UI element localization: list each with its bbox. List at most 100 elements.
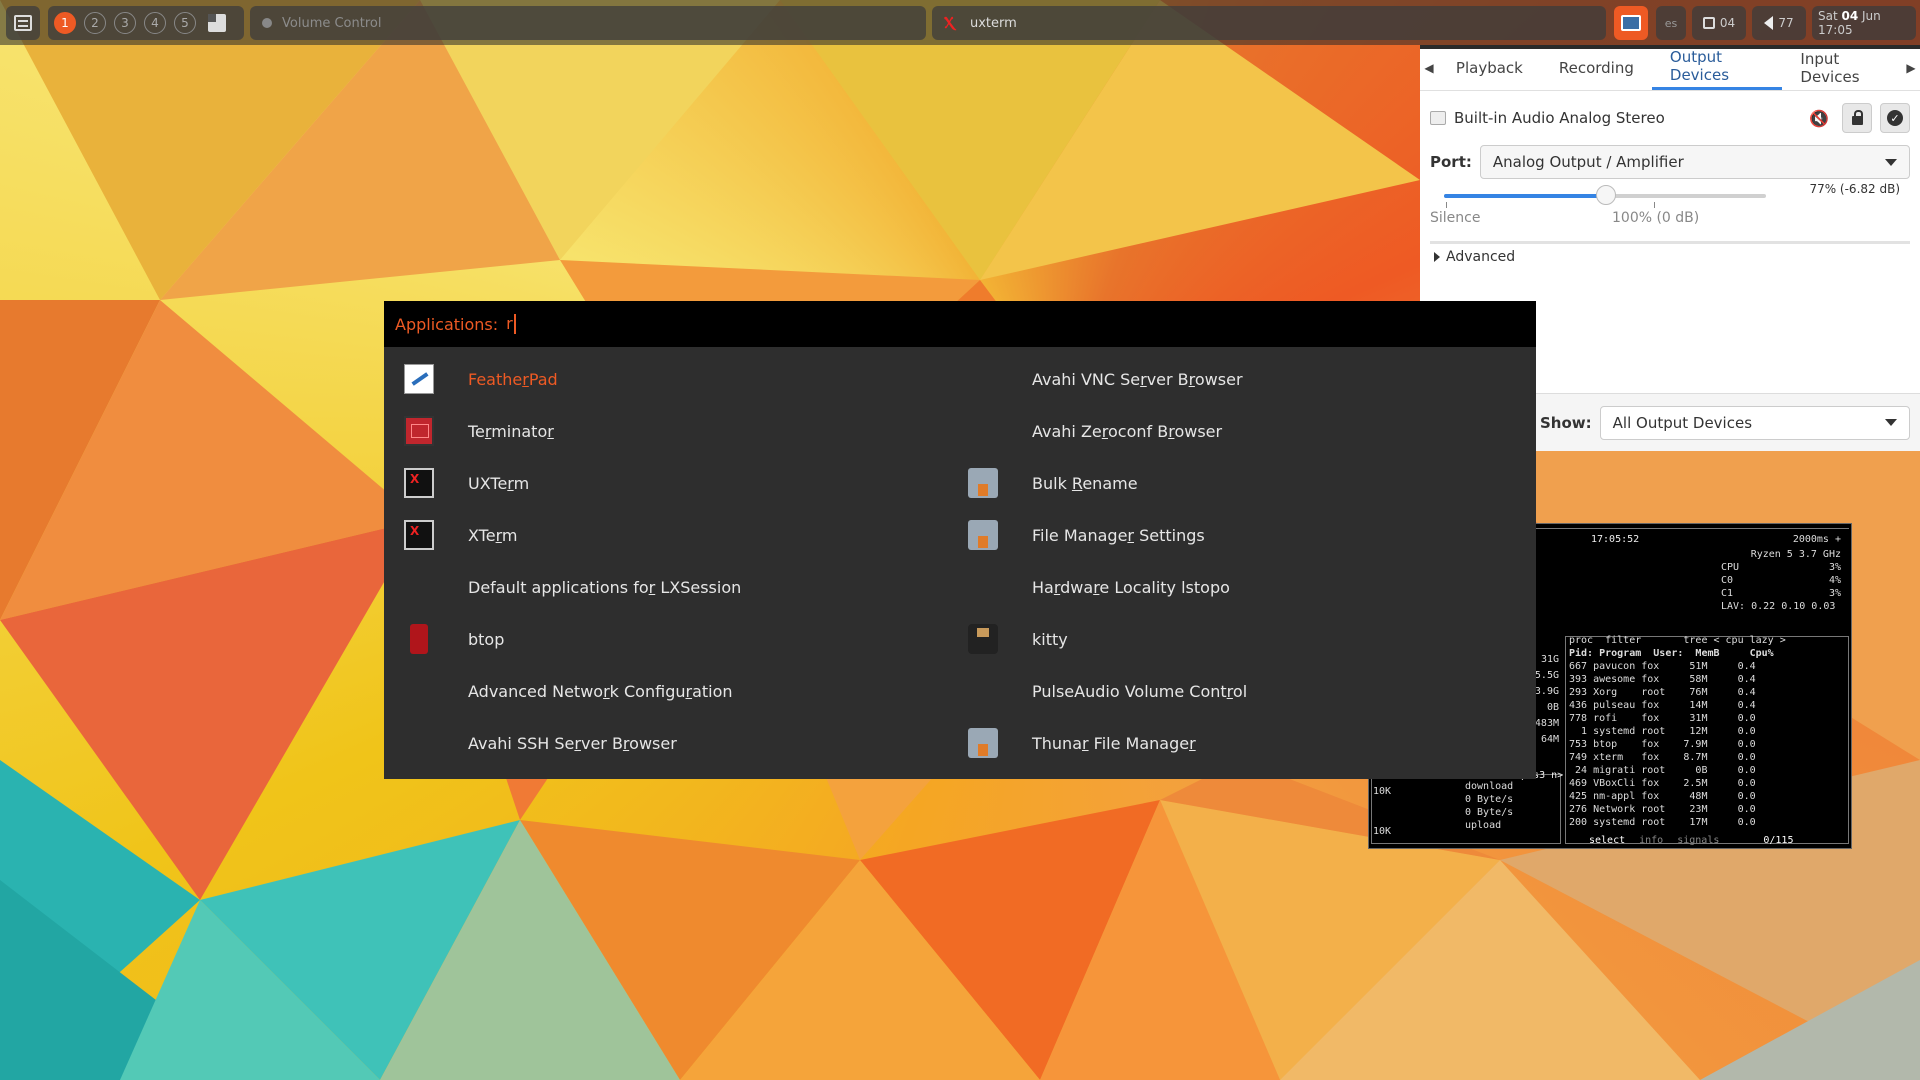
volume-slider-handle[interactable] <box>1596 185 1616 205</box>
signals-hint: signals <box>1677 835 1720 846</box>
process-row[interactable]: 436 pulseau fox 14M 0.4 <box>1569 699 1849 712</box>
lock-channels-button[interactable] <box>1842 103 1872 133</box>
rofi-item[interactable]: Hardware Locality lstopo <box>968 561 1532 613</box>
tag-4[interactable]: 4 <box>144 12 166 34</box>
volume-widget[interactable]: 77 <box>1752 6 1806 40</box>
tag-list: 1 2 3 4 5 <box>48 6 244 40</box>
rofi-item[interactable]: Thunar File Manager <box>968 717 1532 769</box>
text-cursor <box>513 314 516 335</box>
norm-label: 100% (0 dB) <box>1612 210 1700 226</box>
rofi-item[interactable]: Advanced Network Configuration <box>404 665 968 717</box>
rofi-item[interactable]: XTerm <box>404 509 968 561</box>
tab-input-devices[interactable]: Input Devices <box>1782 45 1902 90</box>
set-default-button[interactable]: ✓ <box>1880 103 1910 133</box>
rofi-item[interactable]: Avahi SSH Server Browser <box>404 717 968 769</box>
cpu-value: 04 <box>1719 16 1736 30</box>
uxterm-icon <box>404 468 434 498</box>
main-menu-button[interactable] <box>6 6 40 40</box>
keyboard-layout-text: es <box>1664 16 1678 30</box>
port-label: Port: <box>1430 153 1472 171</box>
process-row[interactable]: 24 migrati root 0B 0.0 <box>1569 764 1849 777</box>
tab-recording[interactable]: Recording <box>1541 45 1652 90</box>
tab-playback[interactable]: Playback <box>1438 45 1541 90</box>
tab-output-devices[interactable]: Output Devices <box>1651 45 1783 90</box>
tag-3[interactable]: 3 <box>114 12 136 34</box>
rofi-item-label: Advanced Network Configuration <box>468 681 733 701</box>
process-row[interactable]: 276 Network root 23M 0.0 <box>1569 803 1849 816</box>
rofi-search-input[interactable]: r <box>506 314 516 335</box>
output-device-row: Built-in Audio Analog Stereo 🔇 ✓ <box>1430 101 1910 135</box>
show-value: All Output Devices <box>1612 413 1753 432</box>
load-average: LAV: 0.22 0.10 0.03 <box>1721 601 1836 612</box>
process-row[interactable]: 393 awesome fox 58M 0.4 <box>1569 673 1849 686</box>
process-row[interactable]: 749 xterm fox 8.7M 0.0 <box>1569 751 1849 764</box>
process-row[interactable]: 425 nm-appl fox 48M 0.0 <box>1569 790 1849 803</box>
rofi-item-label: Default applications for LXSession <box>468 577 742 597</box>
menu-icon <box>14 15 32 31</box>
rofi-item[interactable]: File Manager Settings <box>968 509 1532 561</box>
rofi-item[interactable]: UXTerm <box>404 457 968 509</box>
process-row[interactable]: 200 systemd root 17M 0.0 <box>1569 816 1849 829</box>
rofi-item[interactable]: kitty <box>968 613 1532 665</box>
btop-footer: select info signals 0/115 <box>1589 835 1793 846</box>
rofi-item[interactable]: FeatherPad <box>404 353 968 405</box>
download-rate: 0 Byte/s <box>1465 794 1514 805</box>
cpu-row: C1 3% <box>1721 588 1841 599</box>
top-panel: 1 2 3 4 5 Volume Control Ⲭ uxterm es 04 … <box>0 0 1920 45</box>
btop-net-stats: download 0 Byte/s 0 Byte/s upload <box>1465 780 1513 832</box>
audio-card-icon <box>1430 111 1446 125</box>
cpu-widget[interactable]: 04 <box>1692 6 1746 40</box>
rofi-item[interactable]: Avahi Zeroconf Browser <box>968 405 1532 457</box>
tabs-scroll-left-icon[interactable]: ◀ <box>1420 45 1438 90</box>
tag-2[interactable]: 2 <box>84 12 106 34</box>
proc-columns: Pid: Program User: MemB Cpu% <box>1569 648 1774 659</box>
btop-cpu-box: Ryzen 5 3.7 GHz CPU 3% C0 4% C1 3% LAV: 0.2… <box>1721 548 1841 613</box>
rofi-item-label: File Manager Settings <box>1032 525 1205 545</box>
file-manager-settings-icon <box>968 520 998 550</box>
process-row[interactable]: 469 VBoxCli fox 2.5M 0.0 <box>1569 777 1849 790</box>
process-row[interactable]: 778 rofi fox 31M 0.0 <box>1569 712 1849 725</box>
keyboard-layout-indicator[interactable]: es <box>1656 6 1686 40</box>
taskbar-item-uxterm[interactable]: Ⲭ uxterm <box>932 6 1606 40</box>
check-icon: ✓ <box>1887 110 1903 126</box>
tabs-scroll-right-icon[interactable]: ▶ <box>1902 45 1920 90</box>
rofi-item[interactable]: btop <box>404 613 968 665</box>
process-row[interactable]: 753 btop fox 7.9M 0.0 <box>1569 738 1849 751</box>
rofi-item[interactable]: Avahi VNC Server Browser <box>968 353 1532 405</box>
volume-tabs: ◀ Playback Recording Output Devices Inpu… <box>1420 45 1920 91</box>
blank-icon <box>404 728 434 758</box>
cpu-row: C0 4% <box>1721 575 1841 586</box>
download-label: download <box>1465 781 1514 792</box>
rofi-item-label: Terminator <box>468 421 554 441</box>
mute-icon: 🔇 <box>1809 108 1829 128</box>
chevron-down-icon <box>1885 158 1897 166</box>
clock-widget[interactable]: Sat 04 Jun 17:05 <box>1812 6 1916 40</box>
rofi-item-label: Avahi Zeroconf Browser <box>1032 421 1223 441</box>
port-select[interactable]: Analog Output / Amplifier <box>1479 145 1910 179</box>
rofi-item[interactable]: Default applications for LXSession <box>404 561 968 613</box>
proc-header: proc filter tree < cpu lazy > <box>1569 635 1786 646</box>
task-title: Volume Control <box>282 15 382 31</box>
rofi-prompt: Applications: <box>395 314 499 334</box>
volume-slider[interactable] <box>1444 185 1766 208</box>
mute-button[interactable]: 🔇 <box>1804 103 1834 133</box>
speaker-icon <box>1764 16 1774 30</box>
rofi-item-label: PulseAudio Volume Control <box>1032 681 1248 701</box>
show-select[interactable]: All Output Devices <box>1599 405 1910 440</box>
layout-icon[interactable] <box>208 14 226 32</box>
process-row[interactable]: 1 systemd root 12M 0.0 <box>1569 725 1849 738</box>
process-row[interactable]: 667 pavucon fox 51M 0.4 <box>1569 660 1849 673</box>
process-row[interactable]: 293 Xorg root 76M 0.4 <box>1569 686 1849 699</box>
rofi-input-bar[interactable]: Applications: r <box>384 301 1536 347</box>
tag-5[interactable]: 5 <box>174 12 196 34</box>
clock-text: Sat 04 Jun 17:05 <box>1818 9 1881 37</box>
network-tray-button[interactable] <box>1614 6 1648 40</box>
advanced-expander[interactable]: Advanced <box>1434 249 1515 265</box>
rofi-item[interactable]: PulseAudio Volume Control <box>968 665 1532 717</box>
rofi-item[interactable]: Terminator <box>404 405 968 457</box>
taskbar-item-volume-control[interactable]: Volume Control <box>250 6 926 40</box>
expander-arrow-icon <box>1434 252 1440 262</box>
tag-1[interactable]: 1 <box>54 12 76 34</box>
rofi-item[interactable]: Bulk Rename <box>968 457 1532 509</box>
rofi-results: FeatherPad Avahi VNC Server Browser Termin… <box>384 347 1536 769</box>
